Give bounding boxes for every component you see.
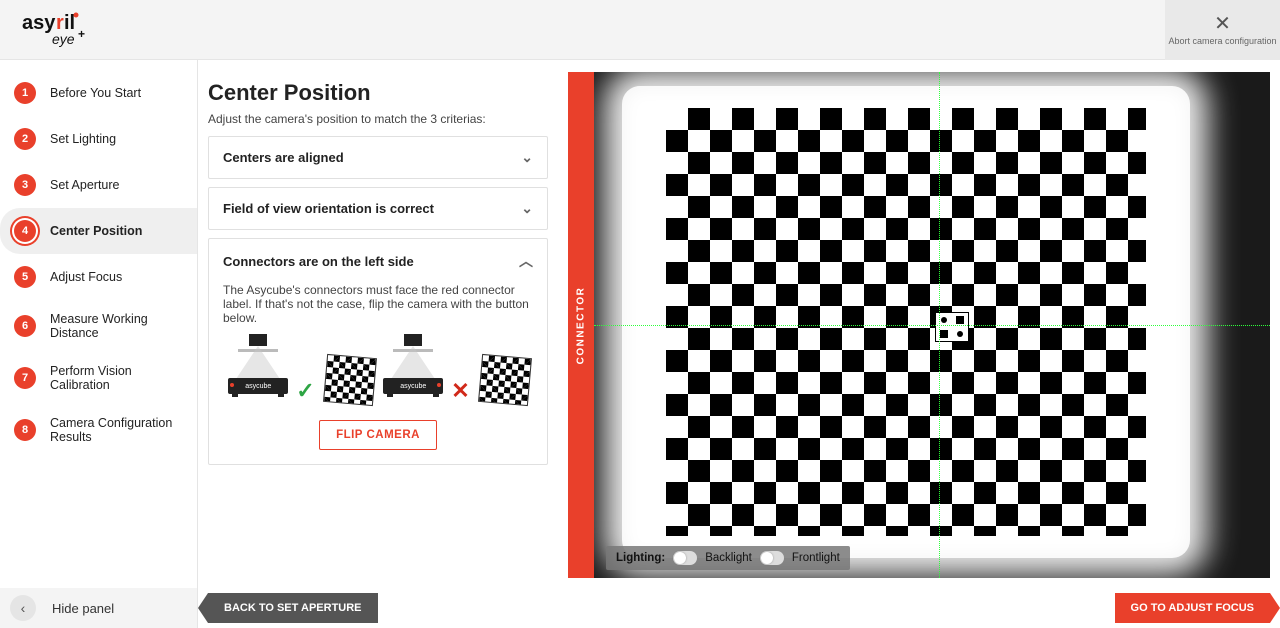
step-label: Adjust Focus (50, 270, 122, 284)
camera-preview-pane: CONNECTOR Lighting: Backlight Frontlight (568, 72, 1270, 578)
sidebar-step-adjust-focus[interactable]: 5 Adjust Focus (0, 254, 197, 300)
accordion-description: The Asycube's connectors must face the r… (223, 283, 533, 325)
step-number-badge: 7 (14, 367, 36, 389)
fiducial-marker (935, 312, 969, 342)
step-label: Measure Working Distance (50, 312, 183, 340)
sidebar-step-set-lighting[interactable]: 2 Set Lighting (0, 116, 197, 162)
diagram-correct: asycube ✓ (226, 337, 374, 404)
sidebar-step-camera-configuration-results[interactable]: 8 Camera Configuration Results (0, 404, 197, 456)
accordion-centers-aligned: Centers are aligned ⌄ (208, 136, 548, 179)
step-label: Perform Vision Calibration (50, 364, 183, 392)
cross-icon: ✕ (451, 378, 469, 404)
chevron-down-icon: ⌄ (521, 200, 533, 217)
brand-logo: asy r il eye + (22, 11, 106, 49)
asycube-illustration: asycube (226, 337, 290, 404)
accordion-header[interactable]: Centers are aligned ⌄ (209, 137, 547, 178)
footer-bar: ‹ Hide panel BACK TO SET APERTURE GO TO … (0, 588, 1280, 628)
accordion-header[interactable]: Field of view orientation is correct ⌄ (209, 188, 547, 229)
accordion-title: Field of view orientation is correct (223, 201, 434, 216)
abort-label: Abort camera configuration (1168, 36, 1276, 46)
svg-text:+: + (78, 27, 85, 41)
diagram-row: asycube ✓ asycube ✕ (223, 337, 533, 404)
wizard-sidebar: 1 Before You Start 2 Set Lighting 3 Set … (0, 60, 198, 588)
sidebar-step-measure-working-distance[interactable]: 6 Measure Working Distance (0, 300, 197, 352)
checker-pattern (666, 108, 1146, 536)
step-label: Before You Start (50, 86, 141, 100)
svg-text:eye: eye (52, 31, 75, 47)
connector-label-strip: CONNECTOR (568, 72, 594, 578)
camera-live-view: Lighting: Backlight Frontlight (594, 72, 1270, 578)
asycube-illustration: asycube (381, 337, 445, 404)
checker-mini-icon (323, 354, 377, 406)
lighting-label: Lighting: (616, 552, 665, 564)
connector-label: CONNECTOR (576, 286, 587, 364)
diagram-incorrect: asycube ✕ (381, 337, 529, 404)
chevron-left-icon: ‹ (21, 600, 26, 616)
accordion-field-of-view: Field of view orientation is correct ⌄ (208, 187, 548, 230)
frontlight-label: Frontlight (792, 552, 840, 564)
crosshair-horizontal (594, 325, 1270, 326)
step-number-badge: 2 (14, 128, 36, 150)
page-subtitle: Adjust the camera's position to match th… (208, 112, 548, 126)
close-icon: ✕ (1214, 14, 1231, 34)
accordion-connectors-left: Connectors are on the left side ︿ The As… (208, 238, 548, 465)
step-number-badge: 8 (14, 419, 36, 441)
sidebar-step-before-you-start[interactable]: 1 Before You Start (0, 70, 197, 116)
chevron-down-icon: ⌄ (521, 149, 533, 166)
step-label: Camera Configuration Results (50, 416, 183, 444)
footer-left: ‹ Hide panel (0, 588, 198, 628)
sidebar-step-perform-vision-calibration[interactable]: 7 Perform Vision Calibration (0, 352, 197, 404)
step-label: Center Position (50, 224, 142, 238)
hide-panel-button[interactable]: ‹ (10, 595, 36, 621)
accordion-title: Connectors are on the left side (223, 254, 414, 269)
instructions-panel: Center Position Adjust the camera's posi… (198, 60, 558, 588)
step-number-badge: 4 (14, 220, 36, 242)
backlight-toggle[interactable] (673, 551, 697, 565)
abort-configuration-button[interactable]: ✕ Abort camera configuration (1165, 0, 1280, 60)
step-number-badge: 1 (14, 82, 36, 104)
back-button[interactable]: BACK TO SET APERTURE (208, 593, 378, 623)
backlight-label: Backlight (705, 552, 752, 564)
checkmark-icon: ✓ (296, 378, 314, 404)
flip-camera-button[interactable]: FLIP CAMERA (319, 420, 437, 450)
step-label: Set Lighting (50, 132, 116, 146)
forward-button[interactable]: GO TO ADJUST FOCUS (1115, 593, 1270, 623)
sidebar-step-set-aperture[interactable]: 3 Set Aperture (0, 162, 197, 208)
lighting-controls: Lighting: Backlight Frontlight (606, 546, 850, 570)
step-label: Set Aperture (50, 178, 120, 192)
page-title: Center Position (208, 80, 548, 106)
accordion-title: Centers are aligned (223, 150, 344, 165)
app-header: asy r il eye + ✕ Abort camera configurat… (0, 0, 1280, 60)
step-number-badge: 3 (14, 174, 36, 196)
step-number-badge: 5 (14, 266, 36, 288)
step-number-badge: 6 (14, 315, 36, 337)
chevron-up-icon: ︿ (519, 251, 533, 271)
sidebar-step-center-position[interactable]: 4 Center Position (0, 208, 197, 254)
accordion-body: The Asycube's connectors must face the r… (209, 283, 547, 464)
asyril-logo-icon: asy r il eye + (22, 11, 106, 49)
checker-mini-icon (478, 354, 532, 406)
accordion-header[interactable]: Connectors are on the left side ︿ (209, 239, 547, 283)
hide-panel-label: Hide panel (52, 601, 114, 616)
frontlight-toggle[interactable] (760, 551, 784, 565)
